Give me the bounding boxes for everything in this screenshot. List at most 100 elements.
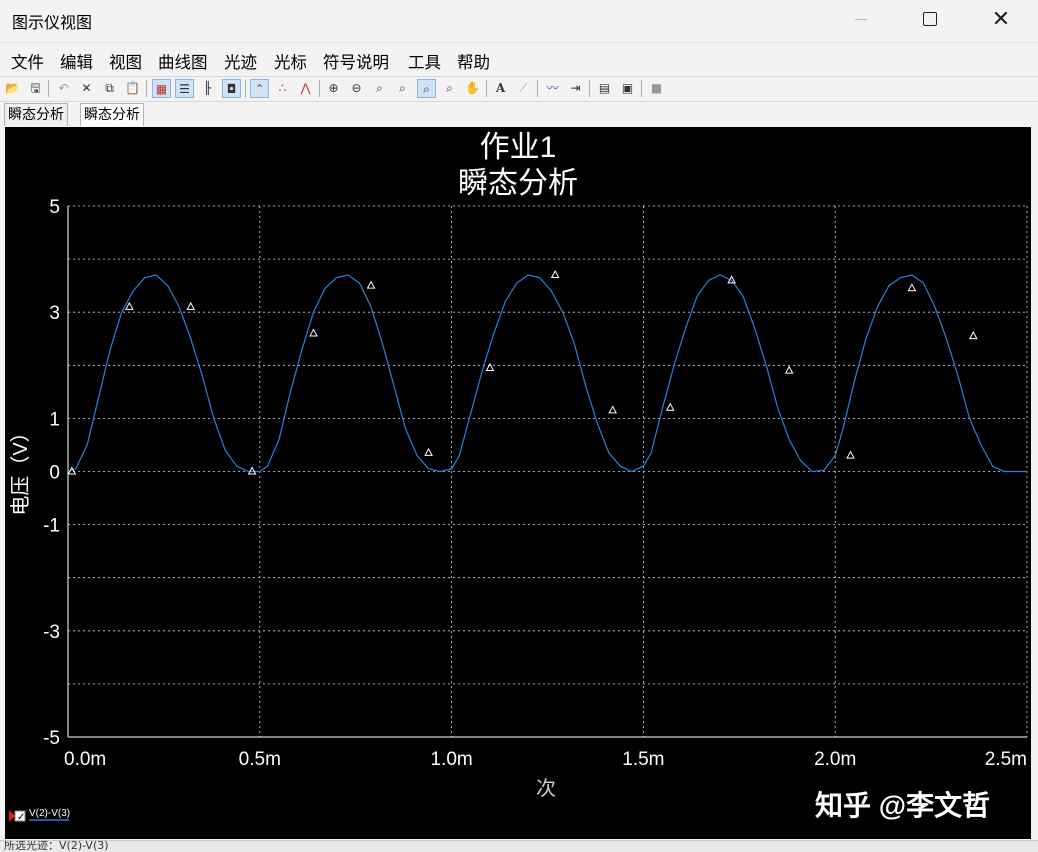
- zoom-area-icon[interactable]: ⌕: [440, 79, 459, 98]
- menu-tools[interactable]: 工具: [408, 49, 441, 73]
- trace-markers: [67, 269, 978, 475]
- y-axis-label: 电压（V）: [9, 422, 32, 515]
- trace-properties-icon[interactable]: 〰: [543, 79, 562, 98]
- annotate-icon[interactable]: ⟋: [514, 79, 533, 98]
- toolbar: 📂 🖫 ↶ ✕ ⧉ 📋 ▦ ☰ ╟ ◘ ⌃ ∴ ⋀ ⊕ ⊖ ⌕ ⌕ ⌕ ⌕ ✋ …: [0, 76, 1038, 102]
- trace-marker: [550, 269, 560, 279]
- open-icon[interactable]: 📂: [3, 79, 22, 98]
- pan-icon[interactable]: ✋: [463, 79, 482, 98]
- trace-marker: [608, 405, 618, 414]
- chart-subtitle: 瞬态分析: [458, 167, 578, 200]
- zoom-out-icon[interactable]: ⊖: [347, 79, 366, 98]
- x-tick-label: 2.5m: [985, 749, 1027, 770]
- y-tick-label: -1: [43, 516, 60, 537]
- close-icon: ✕: [991, 6, 1011, 32]
- trace-marker: [424, 447, 433, 456]
- legend: ✓ V(2)-V(3): [9, 808, 70, 823]
- y-tick-label: 1: [49, 409, 60, 430]
- menu-edit[interactable]: 编辑: [60, 49, 93, 73]
- toolbar-separator: [319, 80, 320, 97]
- legend-icon[interactable]: ☰: [175, 79, 194, 98]
- grid-lines: [67, 205, 1028, 738]
- toolbar-separator: [486, 80, 487, 97]
- copy-graph-icon[interactable]: ▤: [595, 79, 614, 98]
- maximize-button[interactable]: [907, 0, 953, 38]
- chart-title: 作业1: [480, 131, 557, 164]
- title-bar: 图示仪视图 ✕: [0, 0, 1038, 40]
- window-title: 图示仪视图: [12, 13, 93, 32]
- menu-legend[interactable]: 符号说明: [323, 49, 389, 73]
- status-bar: 所选光迹：V(2)-V(3): [0, 840, 1038, 852]
- copy-icon[interactable]: ⧉: [100, 79, 119, 98]
- watermark: 知乎 @李文哲: [815, 789, 990, 821]
- series-line-v2-v3[interactable]: [67, 274, 1027, 473]
- menu-trace[interactable]: 光迹: [224, 49, 257, 73]
- paste-graph-icon[interactable]: ▣: [618, 79, 637, 98]
- y-tick-label: 3: [49, 303, 60, 324]
- trace-marker: [485, 362, 495, 371]
- stop-icon[interactable]: ■: [647, 79, 666, 98]
- toolbar-separator: [245, 80, 246, 97]
- y-tick-label: 5: [49, 197, 60, 218]
- paste-icon[interactable]: 📋: [123, 79, 142, 98]
- save-icon[interactable]: 🖫: [26, 79, 45, 98]
- status-text: 所选光迹：V(2)-V(3): [4, 840, 109, 852]
- trace-marker: [784, 365, 794, 374]
- x-axis-label: 次: [536, 777, 556, 800]
- toggle-axes-icon[interactable]: ╟: [198, 79, 217, 98]
- line-trace-icon[interactable]: ⌃: [250, 79, 269, 98]
- toolbar-separator: [48, 80, 49, 97]
- undo-icon[interactable]: ↶: [54, 79, 73, 98]
- grid-icon[interactable]: ▦: [152, 79, 171, 98]
- y-tick-label: 0: [49, 463, 60, 484]
- trace-marker: [366, 280, 376, 289]
- menu-bar: 文件 编辑 视图 曲线图 光迹 光标 符号说明 工具 帮助: [0, 42, 1038, 75]
- analysis-tabs: 瞬态分析 瞬态分析: [0, 101, 1038, 127]
- zoom-in-icon[interactable]: ⊕: [324, 79, 343, 98]
- x-tick-label: 1.0m: [430, 749, 472, 770]
- legend-label: V(2)-V(3): [29, 808, 70, 819]
- zoom-x-icon[interactable]: ⌕: [393, 79, 412, 98]
- menu-graph[interactable]: 曲线图: [158, 49, 208, 73]
- x-tick-label: 2.0m: [814, 749, 856, 770]
- menu-cursor[interactable]: 光标: [274, 49, 307, 73]
- graph-panel[interactable]: 5 3 1 0 -1 -3 -5 0.0m 0.5m 1.0m 1.5m 2.0m 2.5m 作业1 瞬…: [5, 127, 1031, 839]
- trace-marker: [309, 328, 318, 337]
- trace-marker: [247, 466, 257, 475]
- zoom-y-icon[interactable]: ⌕: [417, 79, 436, 98]
- export-icon[interactable]: ⇥: [566, 79, 585, 98]
- menu-view[interactable]: 视图: [109, 49, 142, 73]
- close-button[interactable]: ✕: [978, 0, 1024, 38]
- trace-marker: [968, 331, 978, 340]
- text-label-icon[interactable]: A: [491, 79, 510, 98]
- x-tick-label: 0.5m: [239, 749, 281, 770]
- menu-help[interactable]: 帮助: [457, 49, 490, 73]
- toolbar-separator: [537, 80, 538, 97]
- tab-transient-2[interactable]: 瞬态分析: [80, 103, 144, 126]
- trace-marker: [907, 283, 917, 292]
- y-tick-label: -5: [43, 728, 60, 749]
- trace-marker: [846, 450, 855, 459]
- y-tick-label: -3: [43, 622, 60, 643]
- x-tick-label: 0.0m: [64, 749, 106, 770]
- trace-marker: [665, 402, 675, 411]
- overlay-icon[interactable]: ◘: [222, 79, 241, 98]
- x-tick-label: 1.5m: [622, 749, 664, 770]
- line-marker-icon[interactable]: ⋀: [296, 79, 315, 98]
- minimize-button[interactable]: [838, 0, 884, 38]
- toolbar-separator: [146, 80, 147, 97]
- delete-icon[interactable]: ✕: [77, 79, 96, 98]
- menu-file[interactable]: 文件: [11, 49, 44, 73]
- toolbar-separator: [589, 80, 590, 97]
- maximize-icon: [923, 12, 937, 26]
- legend-arrow-icon: [9, 810, 15, 822]
- trace-marker: [186, 301, 196, 310]
- tab-transient-1[interactable]: 瞬态分析: [4, 103, 68, 126]
- chart-svg[interactable]: 5 3 1 0 -1 -3 -50.0m 0.5m 1.0m 1.5m 2.0m 2.5m 作业1 瞬…: [5, 127, 1031, 839]
- zoom-fit-icon[interactable]: ⌕: [370, 79, 389, 98]
- checkmark-icon: ✓: [17, 812, 25, 823]
- scatter-icon[interactable]: ∴: [273, 79, 292, 98]
- minimize-icon: [855, 18, 867, 20]
- toolbar-separator: [641, 80, 642, 97]
- trace-marker: [125, 301, 134, 310]
